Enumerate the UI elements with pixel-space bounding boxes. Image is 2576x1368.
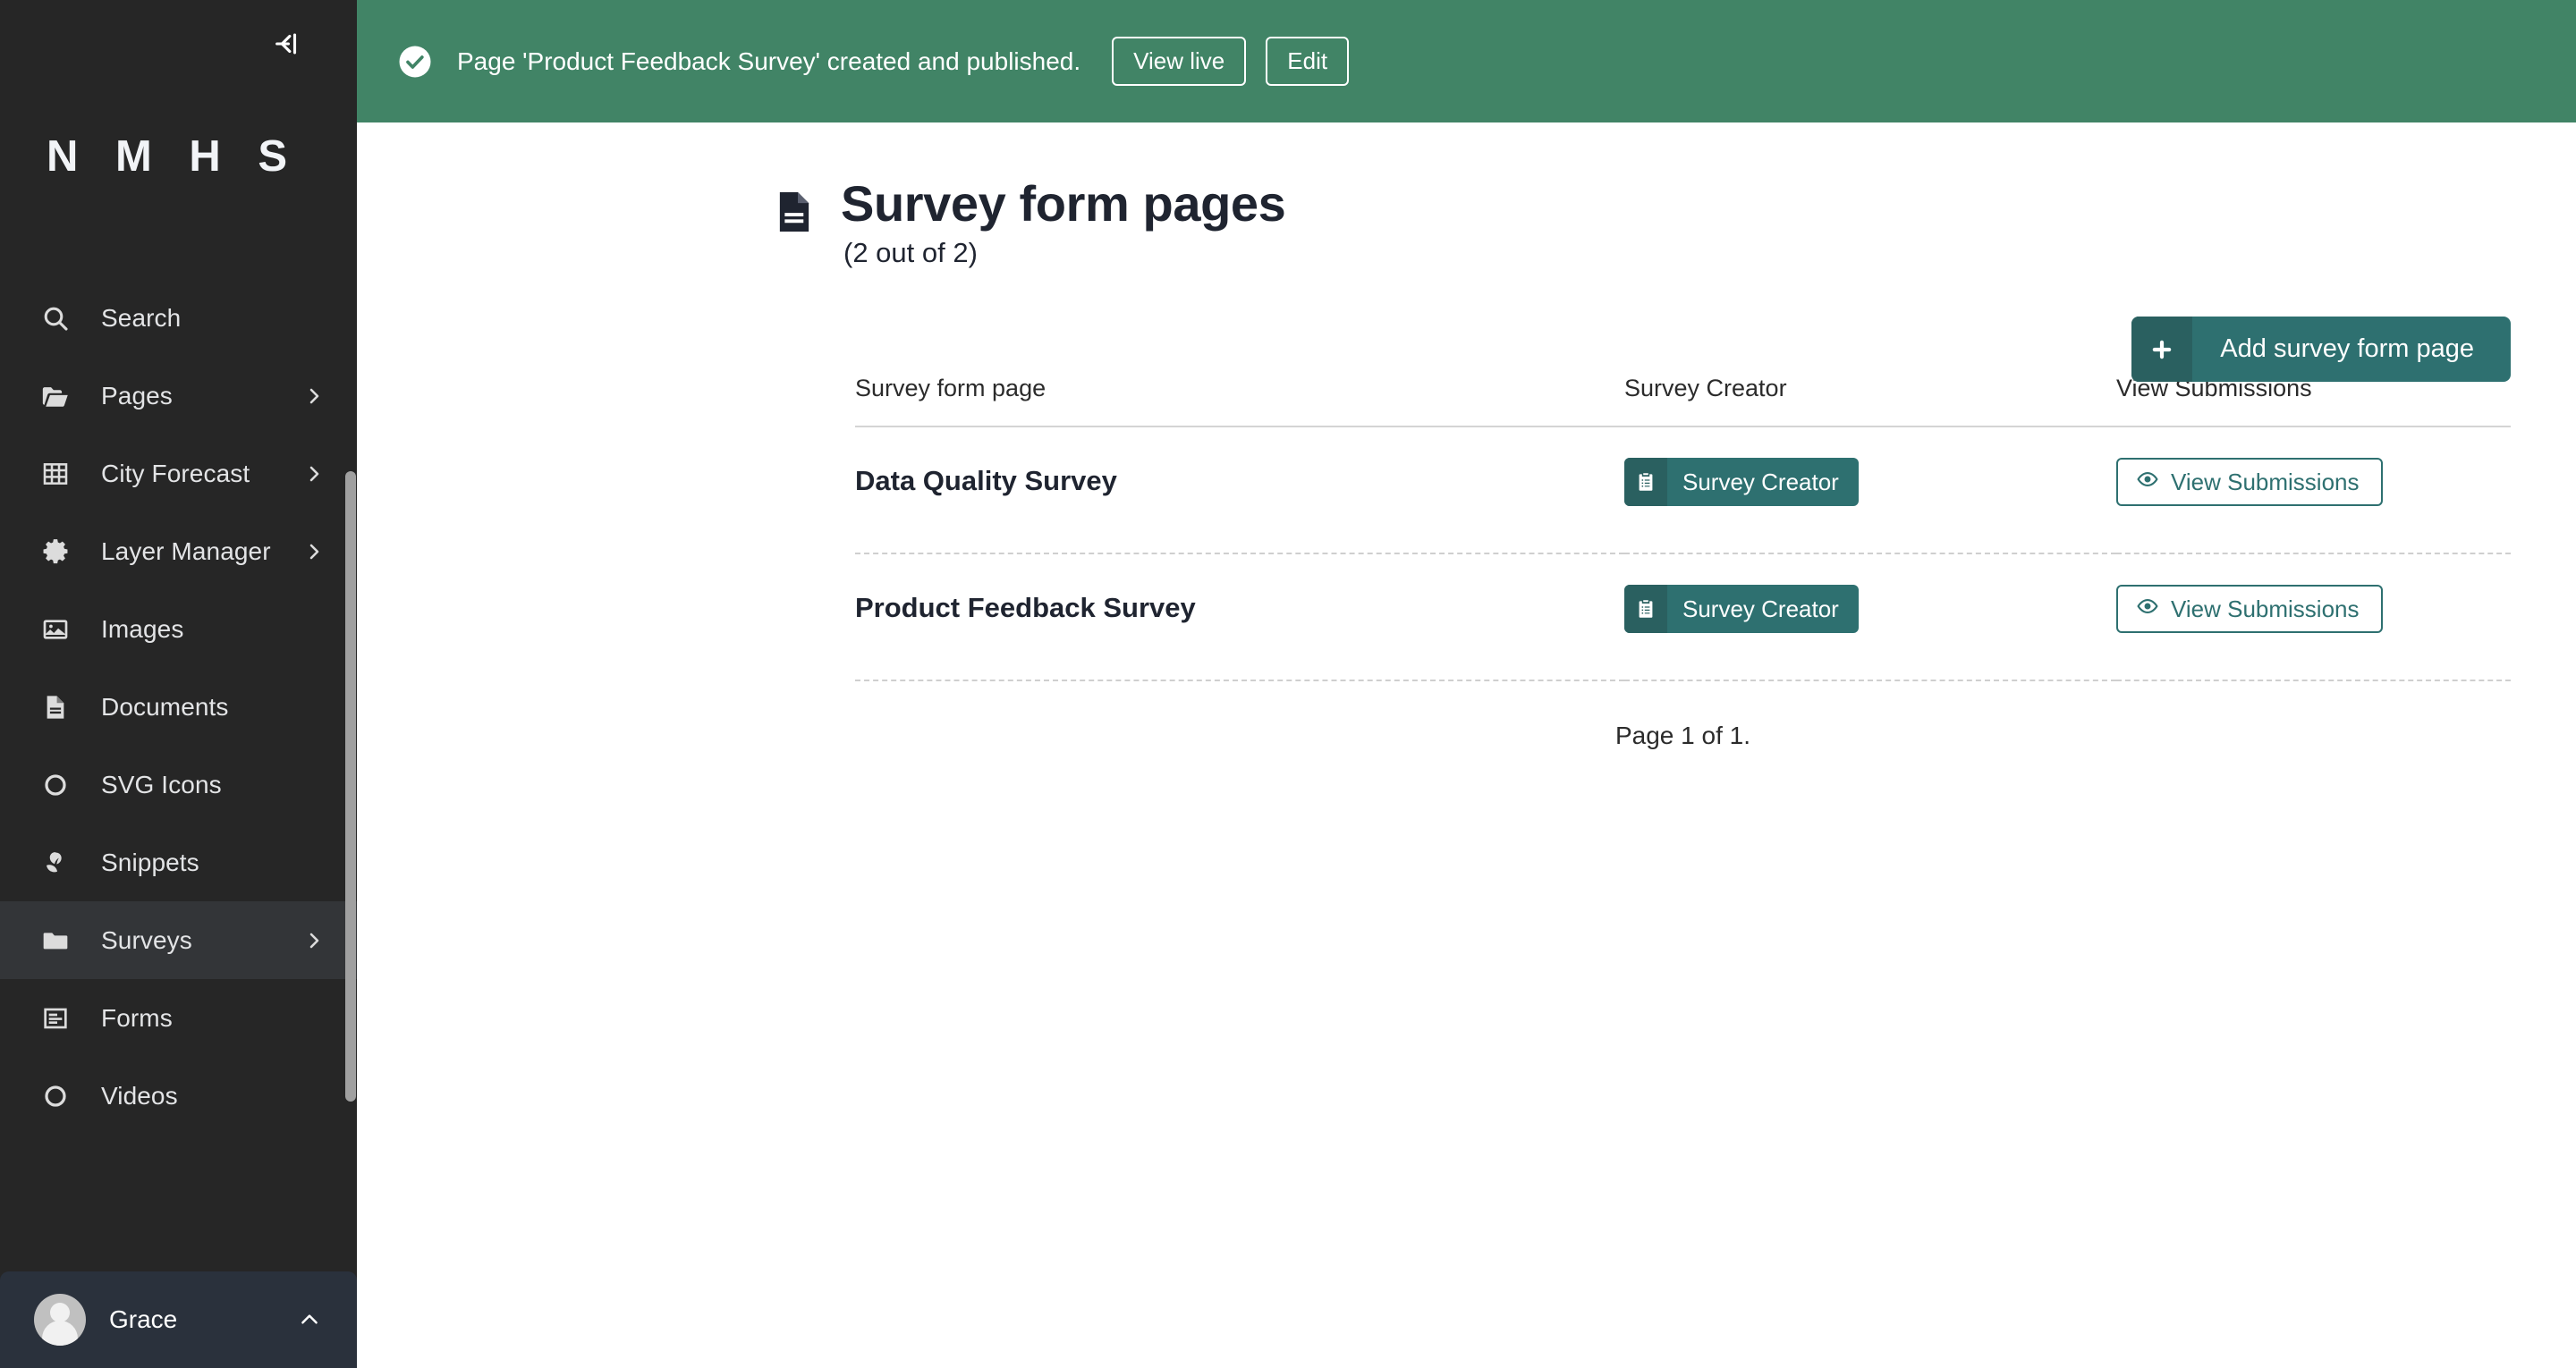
brand-logo[interactable]: N M H S [0, 89, 357, 224]
banner-message: Page 'Product Feedback Survey' created a… [457, 46, 1081, 75]
sidebar: N M H S Search Pages City Forecast Layer… [0, 0, 357, 1368]
survey-creator-label: Survey Creator [1682, 595, 1839, 622]
pagination-text: Page 1 of 1. [1614, 722, 1750, 749]
collapse-left-icon [272, 29, 302, 59]
sidebar-item-pages[interactable]: Pages [0, 357, 357, 435]
view-submissions-button[interactable]: View Submissions [2116, 458, 2383, 506]
sidebar-item-label: Snippets [101, 848, 199, 876]
account-name: Grace [109, 1305, 178, 1333]
sidebar-item-city-forecast[interactable]: City Forecast [0, 435, 357, 512]
page-title: Survey form pages [841, 175, 1286, 232]
column-header-survey-form-page: Survey form page [855, 375, 1624, 427]
success-message-banner: Page 'Product Feedback Survey' created a… [357, 0, 2576, 122]
sidebar-item-label: Videos [101, 1081, 178, 1110]
sidebar-item-label: SVG Icons [101, 770, 222, 798]
cell-survey-name: Product Feedback Survey [855, 553, 1624, 681]
view-submissions-button[interactable]: View Submissions [2116, 585, 2383, 633]
document-icon [37, 688, 74, 726]
image-icon [37, 611, 74, 648]
folder-icon [37, 922, 74, 959]
sidebar-scrollbar-thumb[interactable] [345, 471, 356, 1102]
collapse-sidebar-button[interactable] [267, 23, 308, 64]
sidebar-item-label: Pages [101, 381, 173, 410]
app-root: N M H S Search Pages City Forecast Layer… [0, 0, 2576, 1368]
survey-page-link[interactable]: Data Quality Survey [855, 458, 1117, 497]
form-icon [37, 1000, 74, 1037]
success-check-icon [396, 43, 434, 80]
document-page-icon [774, 189, 815, 235]
survey-creator-button[interactable]: Survey Creator [1624, 458, 1859, 506]
cell-view-submissions: View Submissions [2116, 553, 2511, 681]
folder-open-icon [37, 377, 74, 415]
clipboard-list-icon [1624, 585, 1667, 633]
sidebar-nav: Search Pages City Forecast Layer Manager… [0, 279, 357, 1271]
sidebar-item-images[interactable]: Images [0, 590, 357, 668]
sidebar-item-svg-icons[interactable]: SVG Icons [0, 746, 357, 823]
pagination: Page 1 of 1. [855, 722, 2511, 750]
sidebar-item-label: Surveys [101, 925, 192, 954]
snippet-leaf-icon [37, 844, 74, 882]
sidebar-item-label: Documents [101, 692, 229, 721]
cell-survey-name: Data Quality Survey [855, 426, 1624, 554]
cell-survey-creator: Survey Creator [1624, 553, 2116, 681]
sidebar-item-label: Search [101, 303, 182, 332]
clipboard-list-icon [1624, 458, 1667, 506]
chevron-right-icon[interactable] [301, 384, 326, 409]
survey-page-link[interactable]: Product Feedback Survey [855, 585, 1196, 624]
brand-text: N M H S [47, 131, 301, 181]
chevron-right-icon[interactable] [301, 461, 326, 486]
view-submissions-label: View Submissions [2171, 595, 2360, 622]
eye-icon [2136, 468, 2159, 497]
column-header-survey-creator: Survey Creator [1624, 375, 2116, 427]
circle-icon [37, 766, 74, 804]
sidebar-item-label: Layer Manager [101, 536, 271, 565]
survey-creator-button[interactable]: Survey Creator [1624, 585, 1859, 633]
cell-view-submissions: View Submissions [2116, 426, 2511, 554]
content-area: Survey form pages (2 out of 2) Add surve… [357, 122, 2576, 1368]
sidebar-item-videos[interactable]: Videos [0, 1057, 357, 1135]
edit-button[interactable]: Edit [1266, 37, 1350, 86]
page-subtitle: (2 out of 2) [843, 236, 978, 268]
survey-pages-table-wrapper: Survey form page Survey Creator View Sub… [855, 375, 2511, 681]
chevron-up-icon[interactable] [296, 1306, 323, 1333]
chevron-right-icon[interactable] [301, 928, 326, 953]
search-icon [37, 300, 74, 337]
cell-survey-creator: Survey Creator [1624, 426, 2116, 554]
table-row: Product Feedback Survey Survey Creator V… [855, 553, 2511, 681]
circle-icon [37, 1077, 74, 1115]
view-live-button[interactable]: View live [1112, 37, 1247, 86]
eye-icon [2136, 595, 2159, 624]
main-area: Page 'Product Feedback Survey' created a… [357, 0, 2576, 1368]
table-header-row: Survey form page Survey Creator View Sub… [855, 375, 2511, 427]
view-submissions-label: View Submissions [2171, 468, 2360, 495]
gear-icon [37, 533, 74, 570]
plus-icon [2131, 317, 2193, 382]
sidebar-item-search[interactable]: Search [0, 279, 357, 357]
survey-pages-table: Survey form page Survey Creator View Sub… [855, 375, 2511, 681]
sidebar-top [0, 0, 357, 89]
column-header-view-submissions: View Submissions [2116, 375, 2511, 427]
add-survey-form-page-button[interactable]: Add survey form page [2131, 317, 2511, 382]
sidebar-item-documents[interactable]: Documents [0, 668, 357, 746]
sidebar-item-label: City Forecast [101, 459, 250, 487]
sidebar-item-layer-manager[interactable]: Layer Manager [0, 512, 357, 590]
table-icon [37, 455, 74, 493]
page-header: Survey form pages (2 out of 2) [774, 175, 1286, 269]
sidebar-item-label: Forms [101, 1003, 173, 1032]
table-head: Survey form page Survey Creator View Sub… [855, 375, 2511, 427]
sidebar-item-forms[interactable]: Forms [0, 979, 357, 1057]
table-body: Data Quality Survey Survey Creator View … [855, 426, 2511, 681]
page-title-block: Survey form pages (2 out of 2) [841, 175, 1286, 269]
sidebar-item-surveys[interactable]: Surveys [0, 901, 357, 979]
sidebar-account-button[interactable]: Grace [0, 1271, 357, 1368]
table-row: Data Quality Survey Survey Creator View … [855, 426, 2511, 554]
sidebar-item-label: Images [101, 614, 184, 643]
sidebar-item-snippets[interactable]: Snippets [0, 823, 357, 901]
avatar [34, 1294, 86, 1346]
chevron-right-icon[interactable] [301, 539, 326, 564]
add-survey-form-page-label: Add survey form page [2220, 334, 2474, 363]
survey-creator-label: Survey Creator [1682, 468, 1839, 495]
